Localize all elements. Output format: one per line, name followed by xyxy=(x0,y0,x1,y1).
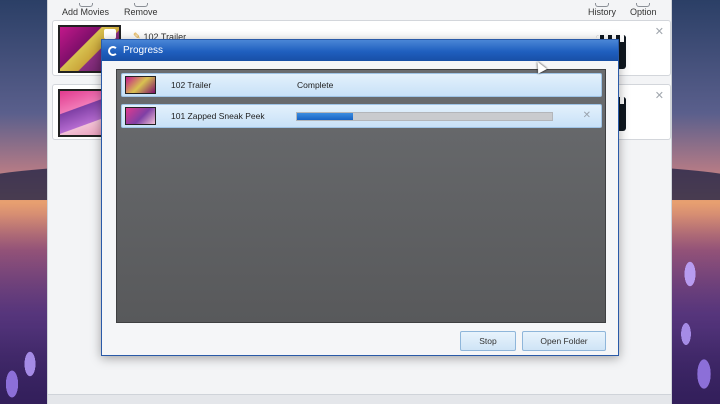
add-movies-button[interactable]: Add Movies xyxy=(62,0,109,18)
option-button[interactable]: Option xyxy=(630,0,657,18)
task-status: Complete xyxy=(297,80,334,90)
task-name: 101 Zapped Sneak Peek xyxy=(171,111,265,121)
channel-logo xyxy=(104,29,116,39)
open-folder-button[interactable]: Open Folder xyxy=(522,331,606,351)
task-thumbnail xyxy=(125,76,156,94)
task-row[interactable]: 102 Trailer Complete xyxy=(121,73,602,97)
spinner-icon xyxy=(108,45,118,56)
option-label: Option xyxy=(630,7,657,17)
task-list: 102 Trailer Complete 101 Zapped Sneak Pe… xyxy=(116,69,606,323)
add-movies-label: Add Movies xyxy=(62,7,110,17)
status-bar xyxy=(48,394,671,404)
remove-label: Remove xyxy=(124,7,158,17)
progress-fill xyxy=(297,113,354,120)
close-icon[interactable]: ✕ xyxy=(655,89,664,102)
dialog-title: Progress xyxy=(123,45,164,56)
task-name: 102 Trailer xyxy=(171,80,212,90)
task-thumbnail xyxy=(125,107,156,125)
progress-dialog: Progress 102 Trailer Complete 101 Zapped… xyxy=(101,39,619,356)
dialog-title-bar[interactable]: Progress xyxy=(102,40,618,61)
close-icon[interactable]: ✕ xyxy=(655,25,664,38)
history-button[interactable]: History xyxy=(588,0,616,18)
close-icon[interactable]: ✕ xyxy=(583,110,591,121)
history-label: History xyxy=(588,7,617,17)
progress-bar xyxy=(296,112,553,121)
toolbar: Add Movies Remove History Option xyxy=(48,0,671,18)
stop-button[interactable]: Stop xyxy=(460,331,516,351)
task-row[interactable]: 101 Zapped Sneak Peek ✕ xyxy=(121,104,602,128)
remove-button[interactable]: Remove xyxy=(124,0,158,18)
